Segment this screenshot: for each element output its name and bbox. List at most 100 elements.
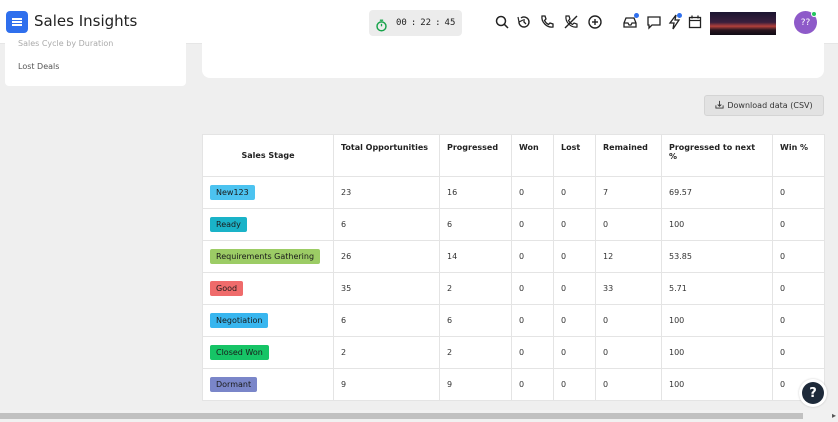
- table-row: Requirements Gathering 26 14 0 0 12 53.85 0: [202, 240, 825, 273]
- stage-cell: Requirements Gathering: [202, 240, 334, 273]
- table-cell-remained: 0: [595, 304, 662, 337]
- timer-hours: 00: [396, 18, 407, 28]
- column-header: Sales Stage: [202, 134, 334, 177]
- hamburger-menu-button[interactable]: [6, 11, 28, 33]
- notification-dot: [677, 13, 682, 18]
- table-cell-total: 6: [333, 304, 440, 337]
- table-cell-win-pct: 0: [772, 336, 825, 369]
- download-csv-button[interactable]: Download data (CSV): [704, 95, 824, 116]
- table-cell-progressed-pct: 5.71: [661, 272, 773, 305]
- table-cell-win-pct: 0: [772, 208, 825, 241]
- table-cell-progressed: 2: [439, 336, 512, 369]
- sidebar-item-sales-cycle[interactable]: Sales Cycle by Duration: [18, 39, 113, 48]
- history-icon[interactable]: [516, 14, 532, 30]
- table-cell-won: 0: [511, 336, 554, 369]
- phone-icon[interactable]: [539, 14, 555, 30]
- search-icon[interactable]: [494, 14, 510, 30]
- horizontal-scrollbar[interactable]: ▸: [0, 410, 838, 422]
- table-cell-remained: 12: [595, 240, 662, 273]
- stage-badge: Good: [210, 281, 244, 296]
- table-row: Closed Won 2 2 0 0 0 100 0: [202, 336, 825, 369]
- table-cell-win-pct: 0: [772, 240, 825, 273]
- column-header: Total Opportunities: [333, 134, 440, 177]
- table-cell-progressed-pct: 100: [661, 336, 773, 369]
- table-cell-progressed: 14: [439, 240, 512, 273]
- table-cell-win-pct: 0: [772, 304, 825, 337]
- stage-badge: Requirements Gathering: [210, 249, 321, 264]
- table-cell-progressed-pct: 53.85: [661, 240, 773, 273]
- question-icon: ?: [802, 382, 824, 404]
- timer-minutes: 22: [420, 18, 432, 28]
- table-cell-total: 26: [333, 240, 440, 273]
- table-cell-won: 0: [511, 176, 554, 209]
- stage-badge: Ready: [210, 217, 247, 232]
- timer-separator: :: [435, 18, 441, 28]
- table-cell-lost: 0: [553, 368, 596, 401]
- table-cell-win-pct: 0: [772, 176, 825, 209]
- table-cell-remained: 0: [595, 208, 662, 241]
- column-header: Remained: [595, 134, 662, 177]
- table-cell-progressed: 6: [439, 208, 512, 241]
- scrollbar-thumb[interactable]: [0, 413, 803, 419]
- header-banner-image: [710, 12, 776, 35]
- table-cell-total: 6: [333, 208, 440, 241]
- table-cell-remained: 33: [595, 272, 662, 305]
- stage-cell: Ready: [202, 208, 334, 241]
- download-icon: [715, 100, 724, 111]
- table-row: Good 35 2 0 0 33 5.71 0: [202, 272, 825, 305]
- sales-stage-table: Sales Stage Total Opportunities Progress…: [202, 134, 825, 401]
- stage-badge: New123: [210, 185, 255, 200]
- column-header: Lost: [553, 134, 596, 177]
- table-cell-won: 0: [511, 272, 554, 305]
- chat-icon[interactable]: [646, 14, 662, 30]
- table-cell-remained: 7: [595, 176, 662, 209]
- table-cell-won: 0: [511, 368, 554, 401]
- mute-icon[interactable]: [563, 14, 579, 30]
- table-cell-won: 0: [511, 208, 554, 241]
- notification-dot: [634, 13, 639, 18]
- table-cell-lost: 0: [553, 176, 596, 209]
- app-title: Sales Insights: [34, 12, 138, 30]
- sidebar-item-lost-deals[interactable]: Lost Deals: [18, 62, 59, 71]
- column-header: Progressed: [439, 134, 512, 177]
- add-circle-icon[interactable]: [587, 14, 603, 30]
- table-cell-total: 9: [333, 368, 440, 401]
- table-cell-lost: 0: [553, 336, 596, 369]
- table-cell-progressed: 9: [439, 368, 512, 401]
- timer-separator: :: [410, 18, 417, 28]
- stage-cell: Negotiation: [202, 304, 334, 337]
- table-cell-lost: 0: [553, 240, 596, 273]
- table-row: New123 23 16 0 0 7 69.57 0: [202, 176, 825, 209]
- scroll-right-arrow-icon[interactable]: ▸: [832, 411, 836, 420]
- help-button[interactable]: ?: [799, 379, 827, 407]
- table-row: Ready 6 6 0 0 0 100 0: [202, 208, 825, 241]
- stage-cell: Dormant: [202, 368, 334, 401]
- menu-icon: [12, 18, 22, 26]
- calendar-icon[interactable]: [687, 14, 703, 30]
- column-header: Won: [511, 134, 554, 177]
- table-row: Negotiation 6 6 0 0 0 100 0: [202, 304, 825, 337]
- table-cell-total: 23: [333, 176, 440, 209]
- column-header: Win %: [772, 134, 825, 177]
- table-cell-lost: 0: [553, 304, 596, 337]
- table-cell-won: 0: [511, 304, 554, 337]
- table-row: Dormant 9 9 0 0 0 100 0: [202, 368, 825, 401]
- table-cell-progressed-pct: 69.57: [661, 176, 773, 209]
- table-cell-win-pct: 0: [772, 272, 825, 305]
- call-timer: 00 : 22 : 45: [369, 10, 462, 36]
- table-cell-remained: 0: [595, 368, 662, 401]
- download-label: Download data (CSV): [727, 101, 813, 110]
- timer-seconds: 45: [444, 18, 456, 28]
- table-cell-progressed: 6: [439, 304, 512, 337]
- stage-cell: Closed Won: [202, 336, 334, 369]
- table-cell-progressed-pct: 100: [661, 304, 773, 337]
- content-panel: [202, 36, 824, 78]
- stage-badge: Closed Won: [210, 345, 269, 360]
- stage-cell: Good: [202, 272, 334, 305]
- sidebar: Sales Cycle by Duration Lost Deals: [5, 36, 186, 86]
- online-status-dot: [811, 11, 817, 17]
- table-cell-progressed: 16: [439, 176, 512, 209]
- table-cell-lost: 0: [553, 272, 596, 305]
- table-header-row: Sales Stage Total Opportunities Progress…: [202, 134, 825, 177]
- stopwatch-icon: [375, 17, 388, 32]
